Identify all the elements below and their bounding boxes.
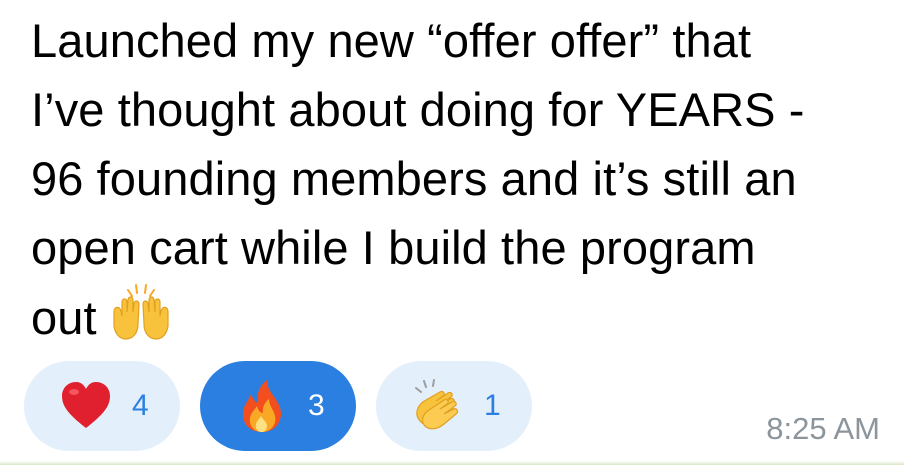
raising-hands-icon [110,284,172,346]
message-timestamp: 8:25 AM [766,411,880,446]
reaction-heart[interactable]: 4 [24,361,180,451]
reactions-bar: 4 3 1 [24,361,532,451]
fire-icon [234,378,290,434]
message-line-4: open cart while I build the program [31,221,756,274]
message-line-5: out [31,291,97,344]
chat-background-edge [0,461,904,465]
reaction-clap-count: 1 [484,389,501,422]
clapping-hands-icon [410,378,466,434]
message-text: Launched my new “offer offer” that I’ve … [31,6,891,353]
message-line-1: Launched my new “offer offer” that [31,14,752,67]
reaction-fire-count: 3 [308,389,325,422]
heart-icon [58,378,114,434]
message-line-2: I’ve thought about doing for YEARS - [31,83,805,136]
message-line-3: 96 founding members and it’s still an [31,152,797,205]
reaction-fire[interactable]: 3 [200,361,356,451]
message-bubble: Launched my new “offer offer” that I’ve … [0,0,904,465]
reaction-clap[interactable]: 1 [376,361,532,451]
reaction-heart-count: 4 [132,389,149,422]
